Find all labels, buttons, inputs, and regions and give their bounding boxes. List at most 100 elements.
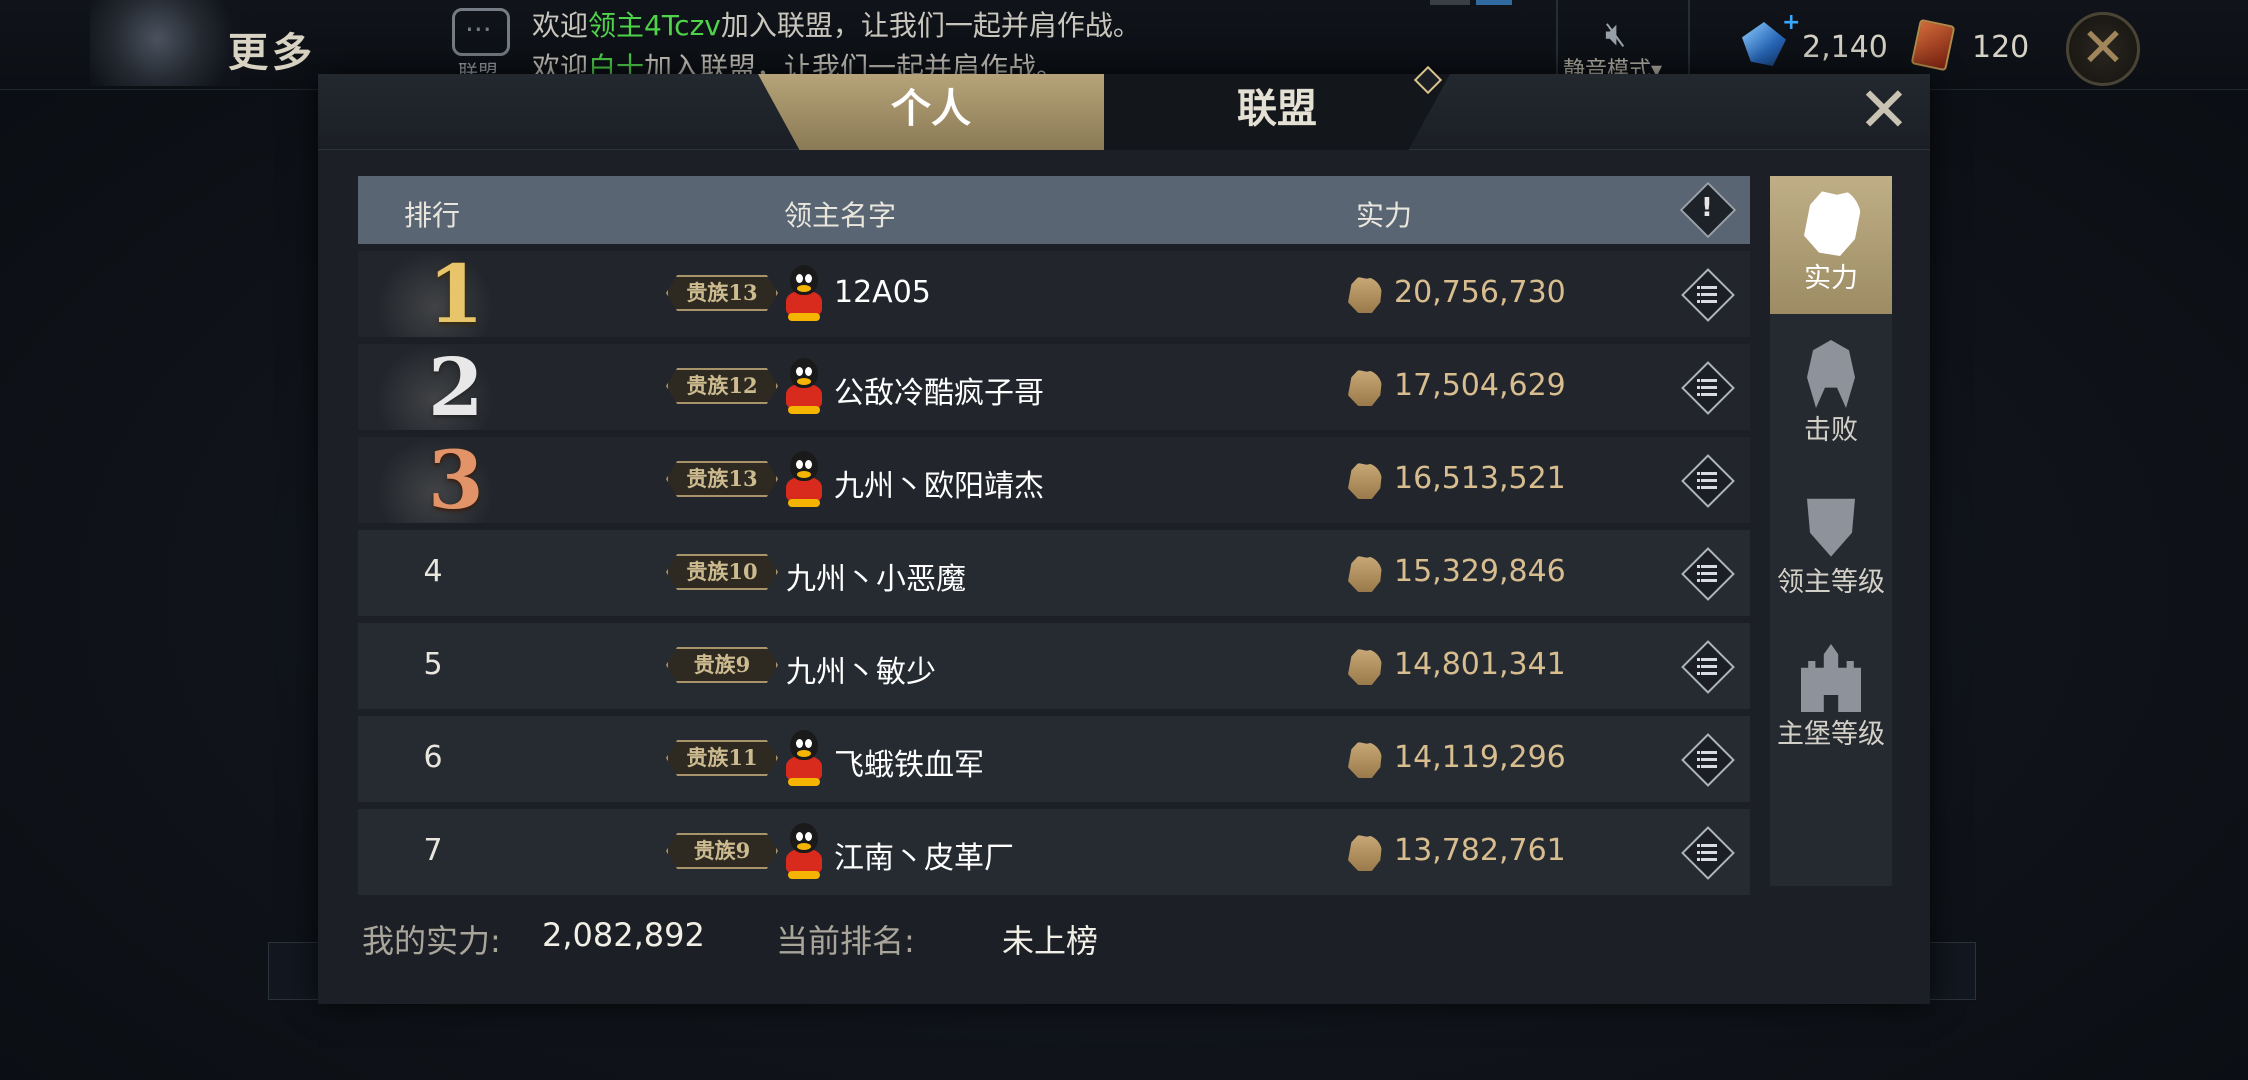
list-icon — [1697, 376, 1719, 398]
column-header-name: 领主名字 — [784, 199, 897, 232]
tab-alliance[interactable]: 联盟 — [1104, 74, 1450, 150]
page-title[interactable]: 更多 — [228, 20, 316, 78]
tab-personal[interactable]: 个人 — [758, 74, 1104, 150]
qq-penguin-icon — [784, 730, 824, 786]
rank-number: 3 — [428, 433, 484, 527]
table-row[interactable]: 6 贵族11 飞蛾铁血军 14,119,296 — [358, 716, 1750, 802]
news-suffix: 加入联盟，让我们一起并肩作战。 — [720, 9, 1141, 42]
power-value: 16,513,521 — [1394, 461, 1566, 496]
table-row[interactable]: 2 贵族12 公敌冷酷疯子哥 17,504,629 — [358, 340, 1750, 434]
rank-badge-silver: 2 — [376, 340, 494, 434]
qq-penguin-icon — [784, 823, 824, 879]
side-tab-label: 主堡等级 — [1777, 719, 1885, 750]
lord-name: 飞蛾铁血军 — [834, 748, 984, 783]
power-fist-icon — [1348, 370, 1382, 406]
power-value: 17,504,629 — [1394, 368, 1566, 403]
power-fist-icon — [1348, 649, 1382, 685]
page-indicator-active — [1476, 0, 1512, 5]
rank-number: 6 — [423, 740, 443, 775]
power-fist-icon — [1348, 742, 1382, 778]
divider — [1688, 0, 1690, 80]
lord-name: 九州丶小恶魔 — [786, 562, 966, 597]
speaker-mute-icon[interactable]: 🔇︎ — [1605, 14, 1626, 54]
rank-number: 1 — [428, 247, 484, 341]
divider — [1556, 0, 1558, 80]
noble-badge: 贵族9 — [666, 833, 778, 869]
side-tab-lord-level[interactable]: 领主等级 — [1770, 480, 1892, 618]
noble-badge: 贵族11 — [666, 740, 778, 776]
list-icon — [1697, 748, 1719, 770]
news-player-name: 领主4Tczv — [588, 9, 721, 42]
info-mark: ! — [1701, 193, 1713, 223]
noble-badge: 贵族13 — [666, 275, 778, 311]
power-fist-icon — [1348, 463, 1382, 499]
castle-icon — [1801, 644, 1861, 712]
news-prefix: 欢迎 — [532, 9, 589, 42]
news-line: 欢迎领主4Tczv加入联盟，让我们一起并肩作战。 — [532, 4, 1141, 44]
ranking-panel: 个人 联盟 ✕ 排行 领主名字 实力 ! 1 贵族13 12A05 20,756… — [318, 65, 1930, 1004]
shield-sword-icon — [1807, 498, 1855, 557]
power-value: 15,329,846 — [1394, 554, 1566, 589]
my-power-value: 2,082,892 — [542, 916, 705, 954]
noble-badge: 贵族10 — [666, 554, 778, 590]
table-row[interactable]: 1 贵族13 12A05 20,756,730 — [358, 247, 1750, 341]
side-tab-defeat[interactable]: 击败 — [1770, 328, 1892, 466]
side-tab-label: 领主等级 — [1777, 567, 1885, 598]
lord-name: 公敌冷酷疯子哥 — [834, 376, 1044, 411]
crystal-icon — [1742, 22, 1786, 66]
power-value: 14,119,296 — [1394, 740, 1566, 775]
list-icon — [1697, 562, 1719, 584]
fist-icon — [1804, 191, 1861, 256]
column-header-rank: 排行 — [404, 199, 461, 232]
rank-number: 5 — [423, 647, 443, 682]
table-row[interactable]: 3 贵族13 九州丶欧阳靖杰 16,513,521 — [358, 433, 1750, 527]
ranking-table: 排行 领主名字 实力 ! 1 贵族13 12A05 20,756,730 2 贵… — [358, 176, 1750, 895]
card-count: 120 — [1972, 30, 2030, 65]
current-rank-value: 未上榜 — [1002, 922, 1099, 960]
rank-badge-gold: 1 — [376, 247, 494, 341]
current-rank-label: 当前排名: — [776, 922, 915, 960]
page-indicator — [1430, 0, 1470, 5]
alliance-chat-icon[interactable] — [452, 8, 510, 56]
lord-name: 12A05 — [834, 275, 931, 310]
rank-badge-bronze: 3 — [376, 433, 494, 527]
add-crystal-icon[interactable]: + — [1782, 10, 1800, 35]
table-row[interactable]: 7 贵族9 江南丶皮革厂 13,782,761 — [358, 809, 1750, 895]
table-header: 排行 领主名字 实力 ! — [358, 176, 1750, 244]
ranking-category-sidebar: 实力 击败 领主等级 主堡等级 — [1770, 176, 1892, 886]
close-icon[interactable]: ✕ — [2066, 12, 2140, 86]
lord-name: 九州丶敏少 — [786, 655, 936, 690]
side-tab-power[interactable]: 实力 — [1770, 176, 1892, 314]
power-fist-icon — [1348, 835, 1382, 871]
close-icon[interactable]: ✕ — [1858, 79, 1910, 141]
power-value: 20,756,730 — [1394, 275, 1566, 310]
card-icon — [1910, 18, 1956, 72]
column-header-power: 实力 — [1356, 199, 1413, 232]
power-fist-icon — [1348, 556, 1382, 592]
side-tab-label: 实力 — [1804, 263, 1858, 294]
list-icon — [1697, 655, 1719, 677]
power-value: 13,782,761 — [1394, 833, 1566, 868]
power-value: 14,801,341 — [1394, 647, 1566, 682]
table-row[interactable]: 4 贵族10 九州丶小恶魔 15,329,846 — [358, 530, 1750, 616]
qq-penguin-icon — [784, 265, 824, 321]
qq-penguin-icon — [784, 451, 824, 507]
list-icon — [1697, 283, 1719, 305]
rank-number: 4 — [423, 554, 443, 589]
table-row[interactable]: 5 贵族9 九州丶敏少 14,801,341 — [358, 623, 1750, 709]
my-power-label: 我的实力: — [362, 922, 501, 960]
side-tab-label: 击败 — [1804, 415, 1858, 446]
noble-badge: 贵族13 — [666, 461, 778, 497]
side-tab-castle-level[interactable]: 主堡等级 — [1770, 632, 1892, 770]
list-icon — [1697, 841, 1719, 863]
list-icon — [1697, 469, 1719, 491]
rank-number: 7 — [423, 833, 443, 868]
lord-name: 九州丶欧阳靖杰 — [834, 469, 1044, 504]
qq-penguin-icon — [784, 358, 824, 414]
helmet-swords-icon — [1807, 340, 1855, 408]
hero-portrait — [90, 0, 240, 86]
noble-badge: 贵族12 — [666, 368, 778, 404]
noble-badge: 贵族9 — [666, 647, 778, 683]
power-fist-icon — [1348, 277, 1382, 313]
crystal-count: 2,140 — [1802, 30, 1888, 65]
